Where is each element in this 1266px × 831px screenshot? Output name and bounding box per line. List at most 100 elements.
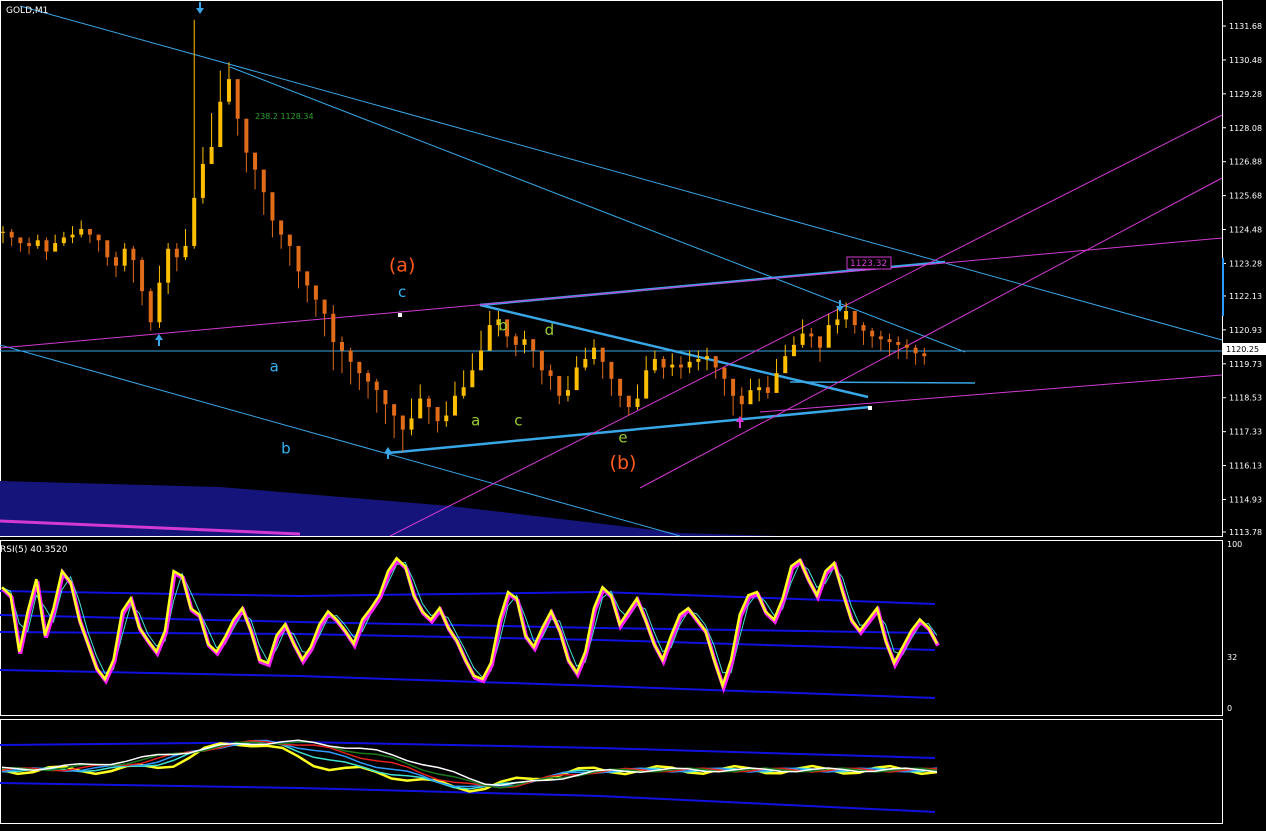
candle-body bbox=[157, 282, 162, 323]
candle-body bbox=[174, 248, 179, 258]
candle-body bbox=[618, 378, 623, 396]
candle-body bbox=[131, 248, 136, 261]
wave-label: c bbox=[514, 411, 522, 429]
candle-body bbox=[765, 387, 770, 393]
rsi-signal-line bbox=[1, 561, 938, 679]
wave-label: a bbox=[471, 411, 480, 429]
candle-body bbox=[774, 373, 779, 393]
candle-body bbox=[644, 370, 649, 399]
candle-body bbox=[635, 398, 640, 408]
up-arrow-icon bbox=[155, 334, 163, 346]
candle-body bbox=[183, 245, 188, 258]
magenta-ray-3 bbox=[389, 114, 1223, 537]
wave-label: d bbox=[545, 321, 555, 339]
price-tick-label: 1120.93 bbox=[1229, 326, 1262, 335]
rsi-band-line bbox=[0, 631, 936, 651]
candle-body bbox=[348, 350, 353, 362]
candle-body bbox=[731, 378, 736, 396]
chart-title: GOLD,M1 bbox=[6, 6, 48, 16]
price-tick-label: 1116.13 bbox=[1229, 462, 1262, 471]
candle-body bbox=[322, 299, 327, 314]
candle-body bbox=[35, 240, 40, 246]
candle-body bbox=[565, 390, 570, 396]
candle-body bbox=[383, 390, 388, 405]
price-label: 1123.32 bbox=[850, 259, 887, 269]
candle-body bbox=[122, 248, 127, 266]
candle-body bbox=[913, 347, 918, 354]
price-tick-label: 1118.53 bbox=[1229, 394, 1262, 403]
candle-body bbox=[9, 231, 14, 238]
candle-body bbox=[757, 387, 762, 391]
candle-body bbox=[18, 237, 23, 244]
rsi-layer bbox=[0, 556, 940, 699]
up-arrow-icon bbox=[384, 447, 392, 459]
rsi-tick-label: 0 bbox=[1227, 704, 1232, 713]
price-tick-label: 1125.68 bbox=[1229, 192, 1262, 201]
anchor-point bbox=[868, 406, 872, 410]
candle-body bbox=[235, 79, 240, 119]
candle-body bbox=[313, 285, 318, 300]
candle-body bbox=[600, 347, 605, 362]
candle-body bbox=[226, 79, 231, 102]
candle-body bbox=[826, 325, 831, 348]
candle-body bbox=[261, 169, 266, 193]
candle-body bbox=[435, 407, 440, 422]
candle-body bbox=[809, 333, 814, 337]
candle-body bbox=[487, 325, 492, 351]
panel-frames bbox=[0, 0, 1223, 824]
candle-body bbox=[192, 197, 197, 246]
price-tick-label: 1124.48 bbox=[1229, 226, 1262, 235]
candle-body bbox=[79, 228, 84, 235]
candle-body bbox=[218, 101, 223, 147]
candle-body bbox=[896, 342, 901, 345]
price-tick-label: 1122.13 bbox=[1229, 292, 1262, 301]
candle-body bbox=[800, 333, 805, 345]
candle-body bbox=[418, 398, 423, 419]
candle-body bbox=[452, 395, 457, 416]
lower-volume-band bbox=[0, 481, 780, 536]
candle-body bbox=[922, 353, 927, 357]
candle-body bbox=[331, 313, 336, 343]
rsi-tick-label: 32 bbox=[1227, 653, 1237, 662]
candle-body bbox=[904, 344, 909, 348]
rsi-band-line bbox=[0, 590, 936, 605]
candle-body bbox=[678, 364, 683, 368]
candle-body bbox=[791, 344, 796, 357]
candle-body bbox=[557, 375, 562, 396]
candle-body bbox=[687, 361, 692, 368]
channel-mid-line bbox=[229, 66, 966, 353]
candle-body bbox=[140, 260, 145, 292]
candle-body bbox=[305, 271, 310, 286]
candle-body bbox=[739, 395, 744, 405]
anchor-point bbox=[398, 313, 402, 317]
candle-body bbox=[409, 418, 414, 430]
candle-body bbox=[835, 319, 840, 326]
wave-label: a bbox=[270, 358, 279, 376]
candle-body bbox=[366, 373, 371, 382]
candle-body bbox=[61, 237, 66, 244]
candle-body bbox=[652, 358, 657, 371]
candle-body bbox=[279, 220, 284, 235]
rsi-title: RSI(5) 40.3520 bbox=[0, 545, 68, 555]
candle-body bbox=[244, 118, 249, 153]
candle-body bbox=[626, 395, 631, 408]
candle-body bbox=[209, 146, 214, 164]
current-price-label: 1120.25 bbox=[1226, 345, 1259, 354]
candle-layer bbox=[1, 19, 927, 453]
candle-body bbox=[696, 358, 701, 362]
price-tick-label: 1131.68 bbox=[1229, 22, 1262, 31]
axis-layer: 1131.68 1130.48 1129.28 1128.08 1126.88 1125.… bbox=[1222, 22, 1262, 713]
candle-body bbox=[105, 240, 110, 258]
candle-body bbox=[539, 350, 544, 371]
rsi-main-line bbox=[1, 556, 939, 690]
label-layer: (a) c a b b d a c e (b) bbox=[270, 254, 637, 474]
price-tick-label: 1126.88 bbox=[1229, 158, 1262, 167]
candle-body bbox=[670, 364, 675, 368]
candle-body bbox=[583, 358, 588, 368]
candle-body bbox=[296, 245, 301, 272]
candle-body bbox=[1, 231, 5, 233]
candle-body bbox=[522, 339, 527, 345]
price-tick-label: 1130.48 bbox=[1229, 56, 1262, 65]
candle-body bbox=[374, 381, 379, 391]
candle-body bbox=[270, 192, 275, 221]
